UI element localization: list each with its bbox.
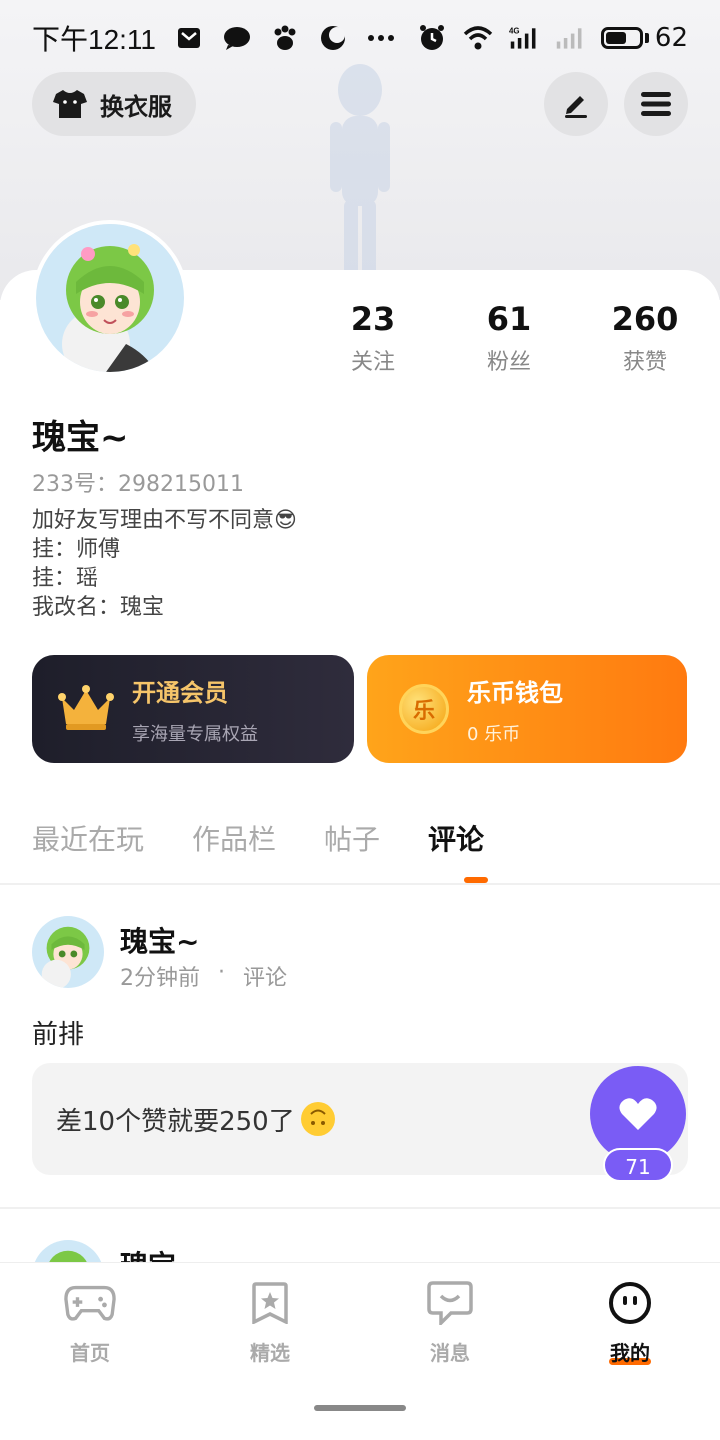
nav-me[interactable]: 我的	[570, 1281, 690, 1365]
tshirt-icon	[53, 90, 87, 118]
stat-likes[interactable]: 260 获赞	[577, 300, 713, 376]
followers-count: 61	[486, 300, 532, 338]
nav-messages[interactable]: 消息	[390, 1281, 510, 1366]
status-bar: 下午12:11 4G 62	[0, 0, 720, 76]
avatar-3d-figure	[330, 64, 390, 280]
nav-featured-label: 精选	[250, 1341, 290, 1365]
gamepad-icon	[64, 1285, 116, 1321]
membership-title: 开通会员	[132, 678, 228, 707]
nav-me-label: 我的	[610, 1341, 650, 1365]
menu-icon	[641, 92, 671, 116]
home-indicator[interactable]	[314, 1405, 406, 1411]
avatar-image	[36, 224, 184, 372]
wallet-card[interactable]: 乐 乐币钱包 0 乐币	[367, 655, 687, 763]
wallet-balance: 0 乐币	[467, 723, 521, 745]
profile-bio: 加好友写理由不写不同意😎 挂：师傅 挂：瑶 我改名：瑰宝	[32, 508, 297, 620]
face-icon	[609, 1282, 651, 1324]
following-count: 23	[350, 300, 396, 338]
post-author-name[interactable]: 瑰宝~	[120, 920, 199, 960]
nav-featured[interactable]: 精选	[210, 1281, 330, 1366]
tab-recently-played[interactable]: 最近在玩	[32, 818, 144, 858]
tab-posts[interactable]: 帖子	[324, 818, 380, 858]
battery-level	[605, 32, 626, 44]
upside-down-face-icon	[300, 1102, 335, 1136]
profile-username: 瑰宝~	[32, 418, 129, 458]
signal-4g-icon: 4G	[509, 23, 539, 53]
post-text: 前排	[32, 1020, 85, 1050]
stat-followers[interactable]: 61 粉丝	[441, 300, 577, 376]
status-time: 下午12:11	[32, 24, 156, 55]
nav-home-label: 首页	[70, 1341, 110, 1365]
edit-profile-button[interactable]	[544, 72, 608, 136]
tab-comments[interactable]: 评论	[428, 818, 484, 858]
wallet-title: 乐币钱包	[467, 678, 563, 707]
post-author-avatar[interactable]	[32, 916, 104, 988]
change-outfit-button[interactable]: 换衣服	[32, 72, 196, 136]
star-bookmark-icon	[252, 1282, 288, 1324]
battery-level-text: 62	[654, 23, 688, 53]
profile-avatar[interactable]	[32, 220, 188, 376]
followers-label: 粉丝	[486, 350, 531, 375]
more-dots-icon	[366, 23, 396, 53]
post-divider	[0, 1207, 720, 1209]
battery-icon	[600, 27, 643, 49]
profile-tabs: 最近在玩 作品栏 帖子 评论	[32, 818, 484, 858]
quoted-text: 差10个赞就要250了	[56, 1106, 295, 1137]
following-label: 关注	[350, 350, 395, 375]
battery-indicator: 62	[600, 23, 688, 53]
pencil-icon	[565, 96, 587, 118]
nav-messages-label: 消息	[430, 1341, 470, 1365]
wifi-icon	[463, 23, 493, 53]
mail-icon	[174, 23, 204, 53]
moon-icon	[318, 23, 348, 53]
svg-text:4G: 4G	[509, 27, 520, 36]
alarm-icon	[417, 23, 447, 53]
tab-works[interactable]: 作品栏	[192, 818, 276, 858]
signal-icon	[555, 23, 585, 53]
menu-button[interactable]	[624, 72, 688, 136]
heart-icon	[619, 1098, 657, 1130]
likes-label: 获赞	[622, 350, 667, 375]
bottom-navigation: 首页 精选 消息 我的	[0, 1262, 720, 1440]
avatar-image	[32, 916, 104, 988]
membership-subtitle: 享海量专属权益	[132, 723, 258, 745]
baidu-icon	[270, 23, 300, 53]
crown-icon	[58, 685, 114, 730]
change-outfit-label: 换衣服	[100, 92, 172, 121]
profile-stats: 23 关注 61 粉丝 260 获赞	[305, 300, 715, 376]
tabs-divider	[0, 883, 720, 885]
post-time: 2分钟前	[120, 966, 200, 991]
post-meta: 2分钟前 · 评论	[120, 960, 287, 992]
message-bubble-icon	[427, 1281, 473, 1325]
like-count: 71	[603, 1148, 673, 1182]
likes-count: 260	[611, 300, 679, 338]
membership-card[interactable]: 开通会员 享海量专属权益	[32, 655, 354, 763]
post-type: 评论	[243, 966, 288, 991]
stat-following[interactable]: 23 关注	[305, 300, 441, 376]
coin-icon: 乐	[399, 684, 449, 734]
nav-home[interactable]: 首页	[30, 1281, 150, 1366]
profile-uid[interactable]: 233号：298215011	[32, 466, 244, 498]
meta-separator: ·	[218, 960, 225, 985]
chat-icon	[222, 23, 252, 53]
